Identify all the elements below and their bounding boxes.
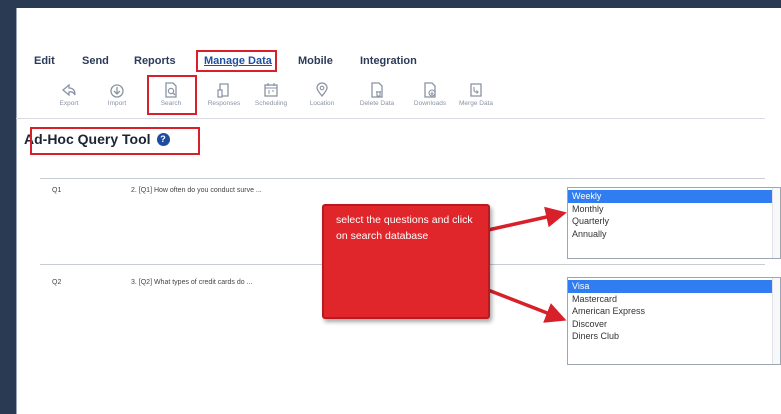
option-visa[interactable]: Visa: [568, 280, 772, 293]
option-discover[interactable]: Discover: [568, 318, 780, 331]
downloads-button[interactable]: Downloads: [405, 82, 455, 107]
instruction-callout: select the questions and click on search…: [322, 204, 490, 319]
menu-manage-data[interactable]: Manage Data: [204, 55, 272, 67]
search-button[interactable]: Search: [146, 82, 196, 107]
scheduling-button[interactable]: Scheduling: [246, 82, 296, 107]
row-divider: [40, 178, 765, 179]
option-diners-club[interactable]: Diners Club: [568, 330, 780, 343]
option-mastercard[interactable]: Mastercard: [568, 293, 780, 306]
import-button[interactable]: Import: [92, 82, 142, 107]
merge-data-button[interactable]: Merge Data: [451, 82, 501, 107]
option-weekly[interactable]: Weekly: [568, 190, 772, 203]
import-icon: [110, 84, 124, 98]
help-icon[interactable]: ?: [156, 132, 170, 146]
responses-button[interactable]: Responses: [199, 82, 249, 107]
export-button[interactable]: Export: [44, 82, 94, 107]
question-number: Q2: [52, 279, 62, 286]
q1-options-listbox[interactable]: Weekly Monthly Quarterly Annually: [567, 187, 781, 259]
page-title: Ad-Hoc Query Tool: [24, 131, 151, 147]
search-icon: [165, 82, 177, 98]
toolbar-divider: [16, 118, 765, 119]
menu-reports[interactable]: Reports: [134, 55, 176, 67]
scheduling-icon: [264, 83, 278, 97]
question-text: 2. [Q1] How often do you conduct surve .…: [131, 187, 262, 194]
question-text: 3. [Q2] What types of credit cards do ..…: [131, 279, 253, 286]
page-title-row: Ad-Hoc Query Tool ?: [24, 131, 170, 147]
question-number: Q1: [52, 187, 62, 194]
menu-integration[interactable]: Integration: [360, 55, 417, 67]
delete-data-button[interactable]: Delete Data: [352, 82, 402, 107]
option-monthly[interactable]: Monthly: [568, 203, 780, 216]
merge-data-icon: [470, 83, 482, 97]
option-american-express[interactable]: American Express: [568, 305, 780, 318]
q2-options-listbox[interactable]: Visa Mastercard American Express Discove…: [567, 277, 781, 365]
menu-send[interactable]: Send: [82, 55, 109, 67]
location-button[interactable]: Location: [297, 82, 347, 107]
listbox-scrollbar[interactable]: [772, 278, 780, 364]
location-icon: [316, 82, 328, 98]
export-icon: [61, 83, 76, 97]
delete-data-icon: [371, 82, 383, 98]
menu-mobile[interactable]: Mobile: [298, 55, 333, 67]
menu-edit[interactable]: Edit: [34, 55, 55, 67]
option-quarterly[interactable]: Quarterly: [568, 215, 780, 228]
listbox-scrollbar[interactable]: [772, 188, 780, 258]
responses-icon: [217, 83, 229, 98]
downloads-icon: [424, 82, 436, 98]
option-annually[interactable]: Annually: [568, 228, 780, 241]
